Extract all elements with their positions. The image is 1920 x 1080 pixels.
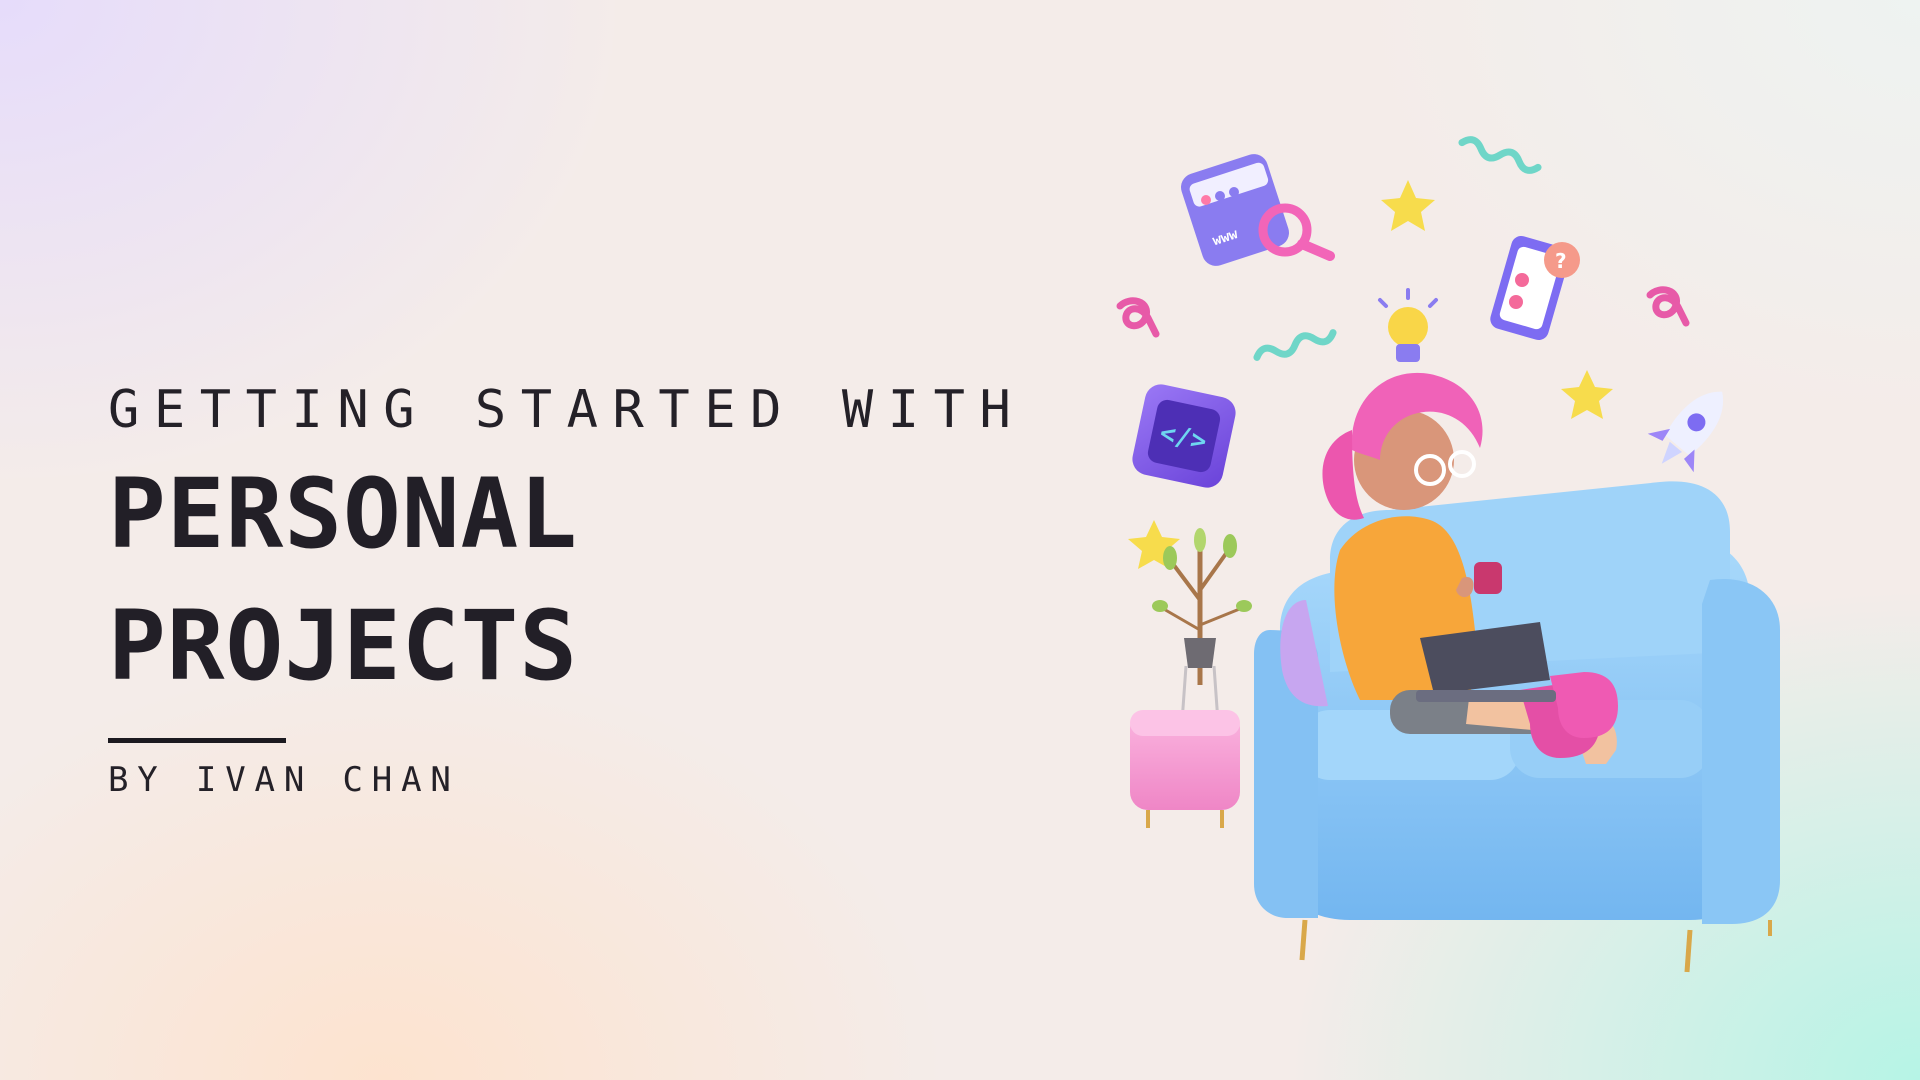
curl-right [1646, 286, 1690, 327]
svg-text:?: ? [1555, 249, 1567, 273]
star-icon [1561, 370, 1613, 419]
star-icon [1381, 180, 1435, 231]
page-title: PERSONAL PROJECTS [108, 448, 1068, 712]
squiggle-top [1458, 136, 1542, 174]
curl-left [1116, 297, 1160, 338]
title-line-2: PROJECTS [108, 590, 579, 702]
byline: BY IVAN CHAN [108, 760, 460, 800]
browser-search-icon: www [1181, 154, 1335, 266]
subtitle: GETTING STARTED WITH [108, 380, 1026, 440]
checklist-phone-icon: ? [1490, 235, 1580, 341]
title-line-1: PERSONAL [108, 458, 579, 570]
rocket-icon [1647, 391, 1724, 473]
code-icon: </> [1132, 384, 1236, 488]
title-block: GETTING STARTED WITH PERSONAL PROJECTS [108, 380, 1068, 712]
lightbulb-icon [1378, 288, 1438, 362]
divider [108, 738, 286, 743]
pink-stool [1130, 710, 1240, 828]
illustration: www ? </> [1116, 136, 1780, 973]
squiggle-left [1253, 329, 1337, 361]
